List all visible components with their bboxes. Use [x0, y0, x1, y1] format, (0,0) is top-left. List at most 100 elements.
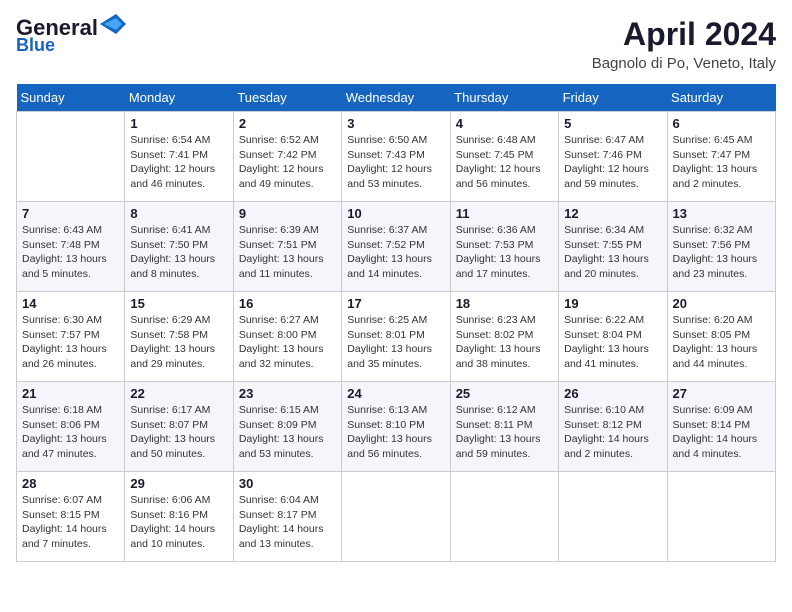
- day-info: Sunrise: 6:13 AM Sunset: 8:10 PM Dayligh…: [347, 403, 444, 462]
- day-number: 1: [130, 116, 227, 131]
- calendar-cell: 4 Sunrise: 6:48 AM Sunset: 7:45 PM Daylig…: [450, 112, 558, 202]
- calendar-cell: 5Sunrise: 6:47 AM Sunset: 7:46 PM Daylig…: [559, 112, 667, 202]
- calendar-week-row: 21 Sunrise: 6:18 AM Sunset: 8:06 PM Dayli…: [17, 382, 776, 472]
- day-number: 21: [22, 386, 119, 401]
- calendar-cell: 13 Sunrise: 6:32 AM Sunset: 7:56 PM Dayli…: [667, 202, 775, 292]
- calendar-cell: [450, 472, 558, 562]
- calendar-cell: [667, 472, 775, 562]
- calendar-cell: 9 Sunrise: 6:39 AM Sunset: 7:51 PM Daylig…: [233, 202, 341, 292]
- logo: General Blue: [16, 16, 126, 56]
- day-info: Sunrise: 6:25 AM Sunset: 8:01 PM Dayligh…: [347, 313, 444, 372]
- day-number: 6: [673, 116, 770, 131]
- day-number: 20: [673, 296, 770, 311]
- day-number: 9: [239, 206, 336, 221]
- day-number: 30: [239, 476, 336, 491]
- calendar-cell: 20 Sunrise: 6:20 AM Sunset: 8:05 PM Dayli…: [667, 292, 775, 382]
- calendar-cell: 18 Sunrise: 6:23 AM Sunset: 8:02 PM Dayli…: [450, 292, 558, 382]
- day-info: Sunrise: 6:20 AM Sunset: 8:05 PM Dayligh…: [673, 313, 770, 372]
- calendar-cell: 10 Sunrise: 6:37 AM Sunset: 7:52 PM Dayli…: [342, 202, 450, 292]
- day-info: Sunrise: 6:50 AM Sunset: 7:43 PM Dayligh…: [347, 133, 444, 192]
- day-header-thursday: Thursday: [450, 84, 558, 112]
- day-number: 15: [130, 296, 227, 311]
- calendar-cell: 24 Sunrise: 6:13 AM Sunset: 8:10 PM Dayli…: [342, 382, 450, 472]
- day-info: Sunrise: 6:12 AM Sunset: 8:11 PM Dayligh…: [456, 403, 553, 462]
- calendar-cell: 1 Sunrise: 6:54 AM Sunset: 7:41 PM Daylig…: [125, 112, 233, 202]
- day-number: 19: [564, 296, 661, 311]
- calendar-cell: 6 Sunrise: 6:45 AM Sunset: 7:47 PM Daylig…: [667, 112, 775, 202]
- calendar-week-row: 7 Sunrise: 6:43 AM Sunset: 7:48 PM Daylig…: [17, 202, 776, 292]
- day-number: 16: [239, 296, 336, 311]
- day-number: 2: [239, 116, 336, 131]
- day-number: 3: [347, 116, 444, 131]
- day-header-friday: Friday: [559, 84, 667, 112]
- day-header-sunday: Sunday: [17, 84, 125, 112]
- calendar-cell: 25Sunrise: 6:12 AM Sunset: 8:11 PM Dayli…: [450, 382, 558, 472]
- day-info: Sunrise: 6:48 AM Sunset: 7:45 PM Dayligh…: [456, 133, 553, 192]
- calendar-week-row: 28Sunrise: 6:07 AM Sunset: 8:15 PM Dayli…: [17, 472, 776, 562]
- day-info: Sunrise: 6:17 AM Sunset: 8:07 PM Dayligh…: [130, 403, 227, 462]
- day-number: 18: [456, 296, 553, 311]
- calendar-cell: 3 Sunrise: 6:50 AM Sunset: 7:43 PM Daylig…: [342, 112, 450, 202]
- location-title: Bagnolo di Po, Veneto, Italy: [592, 55, 776, 72]
- day-number: 10: [347, 206, 444, 221]
- calendar-cell: 21 Sunrise: 6:18 AM Sunset: 8:06 PM Dayli…: [17, 382, 125, 472]
- day-number: 26: [564, 386, 661, 401]
- day-header-monday: Monday: [125, 84, 233, 112]
- day-info: Sunrise: 6:32 AM Sunset: 7:56 PM Dayligh…: [673, 223, 770, 282]
- day-number: 12: [564, 206, 661, 221]
- day-number: 14: [22, 296, 119, 311]
- calendar-cell: 17Sunrise: 6:25 AM Sunset: 8:01 PM Dayli…: [342, 292, 450, 382]
- title-area: April 2024 Bagnolo di Po, Veneto, Italy: [592, 16, 776, 72]
- calendar-cell: 7 Sunrise: 6:43 AM Sunset: 7:48 PM Daylig…: [17, 202, 125, 292]
- calendar-cell: [17, 112, 125, 202]
- day-info: Sunrise: 6:27 AM Sunset: 8:00 PM Dayligh…: [239, 313, 336, 372]
- day-number: 4: [456, 116, 553, 131]
- day-info: Sunrise: 6:39 AM Sunset: 7:51 PM Dayligh…: [239, 223, 336, 282]
- day-info: Sunrise: 6:07 AM Sunset: 8:15 PM Dayligh…: [22, 493, 119, 552]
- day-info: Sunrise: 6:10 AM Sunset: 8:12 PM Dayligh…: [564, 403, 661, 462]
- day-header-saturday: Saturday: [667, 84, 775, 112]
- day-number: 27: [673, 386, 770, 401]
- day-header-wednesday: Wednesday: [342, 84, 450, 112]
- calendar-cell: 14Sunrise: 6:30 AM Sunset: 7:57 PM Dayli…: [17, 292, 125, 382]
- calendar-cell: 29 Sunrise: 6:06 AM Sunset: 8:16 PM Dayli…: [125, 472, 233, 562]
- logo-arrow-icon: [100, 14, 126, 34]
- calendar-cell: 2 Sunrise: 6:52 AM Sunset: 7:42 PM Daylig…: [233, 112, 341, 202]
- calendar-cell: 12Sunrise: 6:34 AM Sunset: 7:55 PM Dayli…: [559, 202, 667, 292]
- calendar-cell: 30 Sunrise: 6:04 AM Sunset: 8:17 PM Dayli…: [233, 472, 341, 562]
- day-number: 23: [239, 386, 336, 401]
- day-info: Sunrise: 6:23 AM Sunset: 8:02 PM Dayligh…: [456, 313, 553, 372]
- day-info: Sunrise: 6:18 AM Sunset: 8:06 PM Dayligh…: [22, 403, 119, 462]
- logo-blue-text: Blue: [16, 36, 55, 56]
- day-info: Sunrise: 6:06 AM Sunset: 8:16 PM Dayligh…: [130, 493, 227, 552]
- calendar-cell: 23 Sunrise: 6:15 AM Sunset: 8:09 PM Dayli…: [233, 382, 341, 472]
- day-info: Sunrise: 6:04 AM Sunset: 8:17 PM Dayligh…: [239, 493, 336, 552]
- calendar-cell: 22Sunrise: 6:17 AM Sunset: 8:07 PM Dayli…: [125, 382, 233, 472]
- day-info: Sunrise: 6:52 AM Sunset: 7:42 PM Dayligh…: [239, 133, 336, 192]
- day-number: 11: [456, 206, 553, 221]
- calendar-cell: 19Sunrise: 6:22 AM Sunset: 8:04 PM Dayli…: [559, 292, 667, 382]
- day-info: Sunrise: 6:37 AM Sunset: 7:52 PM Dayligh…: [347, 223, 444, 282]
- day-info: Sunrise: 6:54 AM Sunset: 7:41 PM Dayligh…: [130, 133, 227, 192]
- day-number: 5: [564, 116, 661, 131]
- calendar-table: SundayMondayTuesdayWednesdayThursdayFrid…: [16, 84, 776, 562]
- day-number: 29: [130, 476, 227, 491]
- day-info: Sunrise: 6:15 AM Sunset: 8:09 PM Dayligh…: [239, 403, 336, 462]
- calendar-cell: 26 Sunrise: 6:10 AM Sunset: 8:12 PM Dayli…: [559, 382, 667, 472]
- day-info: Sunrise: 6:43 AM Sunset: 7:48 PM Dayligh…: [22, 223, 119, 282]
- day-number: 24: [347, 386, 444, 401]
- calendar-cell: [559, 472, 667, 562]
- day-info: Sunrise: 6:45 AM Sunset: 7:47 PM Dayligh…: [673, 133, 770, 192]
- calendar-cell: [342, 472, 450, 562]
- month-title: April 2024: [592, 16, 776, 53]
- day-number: 13: [673, 206, 770, 221]
- calendar-cell: 8Sunrise: 6:41 AM Sunset: 7:50 PM Daylig…: [125, 202, 233, 292]
- calendar-cell: 11 Sunrise: 6:36 AM Sunset: 7:53 PM Dayli…: [450, 202, 558, 292]
- calendar-header-row: SundayMondayTuesdayWednesdayThursdayFrid…: [17, 84, 776, 112]
- day-number: 7: [22, 206, 119, 221]
- calendar-cell: 27 Sunrise: 6:09 AM Sunset: 8:14 PM Dayli…: [667, 382, 775, 472]
- day-info: Sunrise: 6:09 AM Sunset: 8:14 PM Dayligh…: [673, 403, 770, 462]
- calendar-body: 1 Sunrise: 6:54 AM Sunset: 7:41 PM Daylig…: [17, 112, 776, 562]
- calendar-week-row: 1 Sunrise: 6:54 AM Sunset: 7:41 PM Daylig…: [17, 112, 776, 202]
- day-info: Sunrise: 6:36 AM Sunset: 7:53 PM Dayligh…: [456, 223, 553, 282]
